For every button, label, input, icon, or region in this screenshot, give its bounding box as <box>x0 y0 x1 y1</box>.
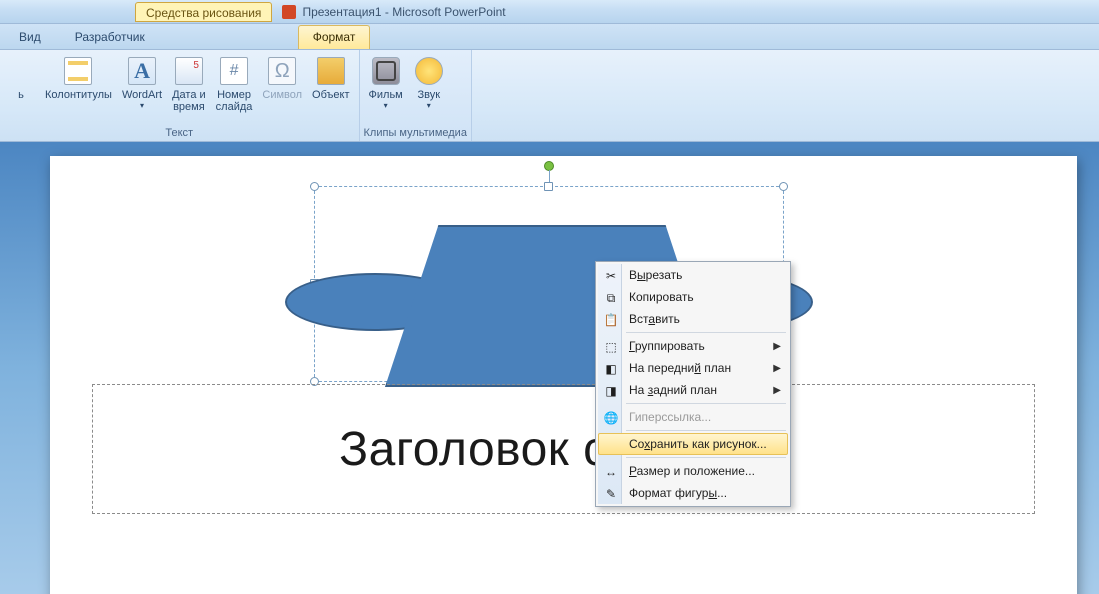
ctx-save-as-picture[interactable]: Сохранить как рисунок... <box>598 433 788 455</box>
separator <box>626 457 786 458</box>
ctx-hyperlink: 🌐 Гиперссылка... <box>598 406 788 428</box>
tab-developer[interactable]: Разработчик <box>60 25 160 49</box>
slide-number-button[interactable]: Номер слайда <box>211 52 258 114</box>
separator <box>626 403 786 404</box>
separator <box>626 430 786 431</box>
separator <box>626 332 786 333</box>
ribbon-group-text: ь Колонтитулы A WordArt▾ Дата и время Но… <box>0 50 360 141</box>
object-icon <box>317 57 345 85</box>
movie-button[interactable]: Фильм▾ <box>364 52 408 114</box>
header-footer-cut-button[interactable]: ь <box>4 52 40 114</box>
tab-view[interactable]: Вид <box>4 25 56 49</box>
copy-icon: ⧉ <box>603 290 619 306</box>
film-icon <box>372 57 400 85</box>
ctx-cut[interactable]: ✂ Вырезать <box>598 264 788 286</box>
group-icon: ⬚ <box>603 339 619 355</box>
ctx-paste[interactable]: 📋 Вставить <box>598 308 788 330</box>
slide-number-icon <box>220 57 248 85</box>
titlebar: Средства рисования Презентация1 - Micros… <box>0 0 1099 24</box>
calendar-icon <box>175 57 203 85</box>
ribbon-tabs: Вид Разработчик Формат <box>0 24 1099 50</box>
submenu-arrow-icon: ▶ <box>773 385 781 396</box>
contextual-tab-drawing-tools[interactable]: Средства рисования <box>135 2 272 22</box>
wordart-button[interactable]: A WordArt▾ <box>117 52 167 114</box>
slide-area: Заголовок сл а ✂ Вырезать ⧉ Копировать 📋… <box>0 142 1099 594</box>
powerpoint-icon <box>282 5 296 19</box>
ctx-copy[interactable]: ⧉ Копировать <box>598 286 788 308</box>
context-menu: ✂ Вырезать ⧉ Копировать 📋 Вставить ⬚ Гру… <box>595 261 791 507</box>
header-footer-button[interactable]: Колонтитулы <box>40 52 117 114</box>
size-icon: ↔ <box>603 464 619 480</box>
tab-format[interactable]: Формат <box>298 25 371 49</box>
window-title: Презентация1 - Microsoft PowerPoint <box>282 5 505 19</box>
format-icon: ✎ <box>603 486 619 502</box>
date-time-button[interactable]: Дата и время <box>167 52 211 114</box>
ctx-group[interactable]: ⬚ Группировать ▶ <box>598 335 788 357</box>
wordart-icon: A <box>128 57 156 85</box>
header-footer-icon <box>64 57 92 85</box>
group-label-text: Текст <box>4 126 355 141</box>
omega-icon: Ω <box>268 57 296 85</box>
sound-button[interactable]: Звук▾ <box>408 52 450 114</box>
title-placeholder[interactable]: Заголовок сл а <box>92 384 1035 514</box>
submenu-arrow-icon: ▶ <box>773 341 781 352</box>
slide-canvas[interactable]: Заголовок сл а ✂ Вырезать ⧉ Копировать 📋… <box>50 156 1077 594</box>
globe-icon: 🌐 <box>603 410 619 426</box>
ribbon: ь Колонтитулы A WordArt▾ Дата и время Но… <box>0 50 1099 142</box>
ctx-size-position[interactable]: ↔ Размер и положение... <box>598 460 788 482</box>
speaker-icon <box>415 57 443 85</box>
rotation-handle-line <box>549 170 550 182</box>
paste-icon: 📋 <box>603 312 619 328</box>
ctx-send-back[interactable]: ◨ На задний план ▶ <box>598 379 788 401</box>
bring-front-icon: ◧ <box>603 361 619 377</box>
ctx-format-shape[interactable]: ✎ Формат фигуры... <box>598 482 788 504</box>
scissors-icon: ✂ <box>603 268 619 284</box>
send-back-icon: ◨ <box>603 383 619 399</box>
symbol-button: Ω Символ <box>257 52 307 114</box>
submenu-arrow-icon: ▶ <box>773 363 781 374</box>
ctx-bring-front[interactable]: ◧ На передний план ▶ <box>598 357 788 379</box>
group-label-media: Клипы мультимедиа <box>364 126 467 141</box>
object-button[interactable]: Объект <box>307 52 354 114</box>
document-title: Презентация1 - Microsoft PowerPoint <box>302 5 505 19</box>
ribbon-group-media: Фильм▾ Звук▾ Клипы мультимедиа <box>360 50 472 141</box>
